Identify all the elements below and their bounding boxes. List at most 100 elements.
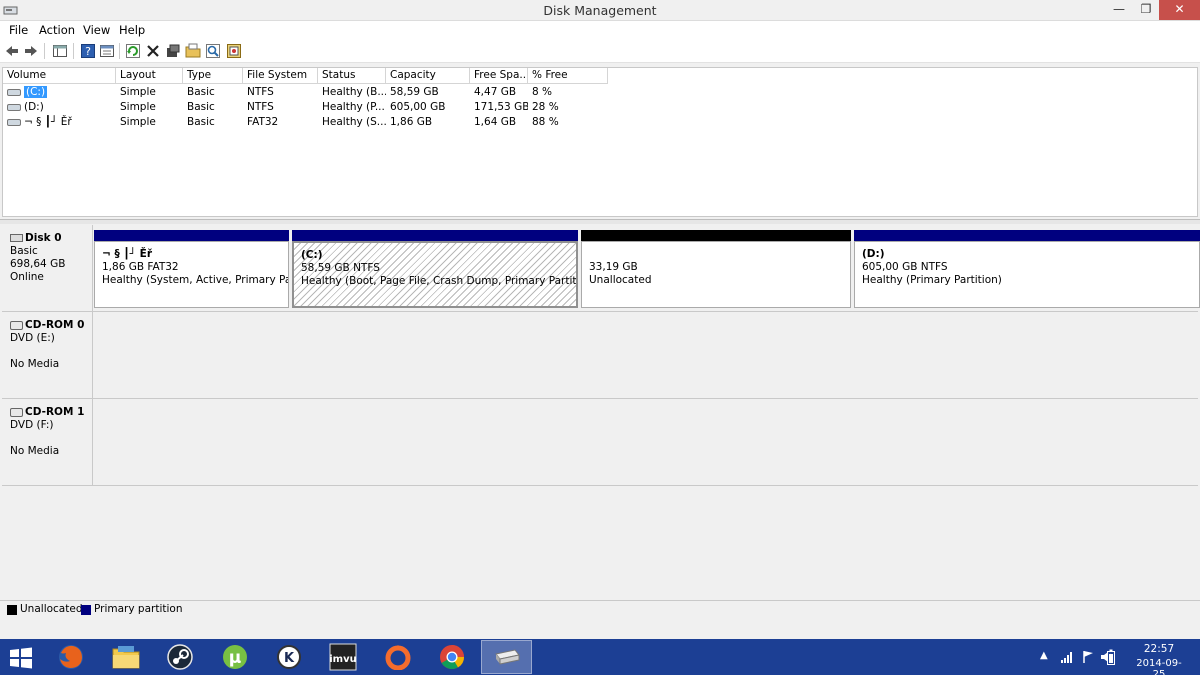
disk-row-cdrom-0[interactable]: CD-ROM 0 DVD (E:) No Media	[2, 312, 1198, 399]
clock-time[interactable]: 22:57	[1130, 643, 1188, 655]
column-header-file-system[interactable]: File System	[243, 68, 318, 84]
table-cell: 88 %	[532, 116, 559, 128]
rescan-icon[interactable]	[226, 43, 242, 59]
partition-status: Unallocated	[589, 274, 652, 286]
help-icon[interactable]: ?	[80, 43, 96, 59]
table-cell: NTFS	[247, 86, 274, 98]
disk-type: DVD (E:)	[10, 332, 55, 344]
partition-body[interactable]: ¬ § ┃┘ Ěř 1,86 GB FAT32 Healthy (System, A…	[94, 241, 289, 308]
back-icon[interactable]	[4, 43, 20, 59]
disk-size	[10, 345, 92, 358]
disk-row-disk-0[interactable]: Disk 0 Basic 698,64 GB Online ¬ § ┃┘ Ěř 1…	[2, 225, 1200, 312]
partition-size: 58,59 GB NTFS	[301, 262, 380, 274]
disk-management-icon	[495, 649, 520, 665]
close-button[interactable]: ✕	[1159, 0, 1200, 20]
flag-icon[interactable]	[1081, 650, 1095, 664]
taskbar-imvu[interactable]: imvu	[318, 640, 369, 674]
partition-status: Healthy (Boot, Page File, Crash Dump, Pr…	[301, 275, 578, 287]
settings-icon[interactable]	[165, 43, 181, 59]
taskbar-kmplayer[interactable]: K	[264, 640, 315, 674]
column-header-type[interactable]: Type	[183, 68, 243, 84]
menu-help[interactable]: Help	[119, 23, 145, 37]
partition-3[interactable]: (D:) 605,00 GB NTFS Healthy (Primary Parti…	[854, 230, 1200, 308]
window-title: Disk Management	[543, 3, 657, 18]
svg-text:µ: µ	[229, 648, 242, 668]
origin-icon	[385, 645, 411, 670]
cdrom-1-area[interactable]	[93, 399, 1198, 486]
partition-status: Healthy (System, Active, Primary Partiti…	[102, 274, 288, 286]
console-tree-icon[interactable]	[52, 43, 68, 59]
cd-rom-icon	[10, 407, 23, 417]
cdrom-0-area[interactable]	[93, 312, 1198, 399]
taskbar-chrome[interactable]	[427, 640, 478, 674]
pane-splitter[interactable]	[0, 219, 1200, 224]
taskbar-disk-management[interactable]	[481, 640, 532, 674]
utorrent-icon: µ	[223, 645, 247, 669]
volume-name[interactable]: ¬ § ┃┘ Ěř	[24, 116, 72, 128]
partition-1[interactable]: (C:) 58,59 GB NTFS Healthy (Boot, Page Fil…	[292, 230, 578, 308]
battery-icon[interactable]	[1106, 649, 1116, 665]
partition-size: 33,19 GB	[589, 261, 638, 273]
properties-icon[interactable]	[99, 43, 115, 59]
taskbar-steam[interactable]	[155, 640, 206, 674]
column-header-capacity[interactable]: Capacity	[386, 68, 470, 84]
partition-0[interactable]: ¬ § ┃┘ Ěř 1,86 GB FAT32 Healthy (System, A…	[94, 230, 289, 308]
network-icon[interactable]	[1060, 651, 1074, 663]
partition-name: (D:)	[862, 248, 885, 260]
volume-list[interactable]: Volume Layout Type File System Status Ca…	[2, 67, 1198, 217]
column-header-layout[interactable]: Layout	[116, 68, 183, 84]
column-header-status[interactable]: Status	[318, 68, 386, 84]
table-cell: 1,86 GB	[390, 116, 433, 128]
disk-row-cdrom-1[interactable]: CD-ROM 1 DVD (F:) No Media	[2, 399, 1198, 486]
table-row-volume[interactable]: (D:)	[3, 100, 116, 115]
search-icon[interactable]	[205, 43, 221, 59]
disk-info-disk-0[interactable]: Disk 0 Basic 698,64 GB Online	[2, 225, 93, 312]
table-cell: Healthy (S...	[322, 116, 386, 128]
partition-body[interactable]: 33,19 GB Unallocated	[581, 241, 851, 308]
volume-icon	[7, 103, 21, 111]
kmplayer-icon: K	[277, 645, 301, 669]
table-row-volume[interactable]: ¬ § ┃┘ Ěř	[3, 115, 116, 130]
table-cell: 171,53 GB	[474, 101, 528, 113]
menu-view[interactable]: View	[83, 23, 110, 37]
partition-color-bar	[94, 230, 289, 241]
column-header-free-space[interactable]: Free Spa...	[470, 68, 528, 84]
taskbar-file-explorer[interactable]	[100, 640, 151, 674]
hard-disk-icon	[10, 234, 23, 242]
file-explorer-icon	[112, 646, 140, 669]
disk-info-cdrom-1[interactable]: CD-ROM 1 DVD (F:) No Media	[2, 399, 93, 486]
partition-color-bar	[581, 230, 851, 241]
partition-body[interactable]: (D:) 605,00 GB NTFS Healthy (Primary Parti…	[854, 241, 1200, 308]
chrome-icon	[440, 645, 464, 670]
taskbar-utorrent[interactable]: µ	[210, 640, 261, 674]
start-windows-icon[interactable]	[9, 647, 33, 669]
partition-body[interactable]: (C:) 58,59 GB NTFS Healthy (Boot, Page Fil…	[292, 241, 578, 308]
clock-date[interactable]: 2014-09-25	[1130, 658, 1188, 675]
forward-icon[interactable]	[23, 43, 39, 59]
maximize-button[interactable]: ❐	[1133, 0, 1159, 20]
table-cell: Basic	[187, 101, 215, 113]
disk-info-cdrom-0[interactable]: CD-ROM 0 DVD (E:) No Media	[2, 312, 93, 399]
table-row-volume[interactable]: (C:)	[3, 85, 116, 100]
minimize-button[interactable]: —	[1105, 0, 1133, 20]
open-icon[interactable]	[185, 43, 201, 59]
firefox-icon	[59, 645, 83, 669]
delete-icon[interactable]	[145, 43, 161, 59]
column-header-percent-free[interactable]: % Free	[528, 68, 608, 84]
table-cell: 1,64 GB	[474, 116, 517, 128]
disk-status: No Media	[10, 358, 60, 370]
table-cell: Healthy (P...	[322, 101, 385, 113]
column-header-volume[interactable]: Volume	[3, 68, 116, 84]
show-hidden-icons-icon[interactable]: ▲	[1040, 650, 1048, 661]
volume-name[interactable]: (D:)	[24, 101, 44, 113]
taskbar-firefox[interactable]	[45, 640, 96, 674]
refresh-icon[interactable]	[125, 43, 141, 59]
volume-icon	[7, 118, 21, 126]
volume-icon	[7, 88, 21, 96]
taskbar-origin[interactable]	[373, 640, 424, 674]
partition-2[interactable]: 33,19 GB Unallocated	[581, 230, 851, 308]
menu-file[interactable]: File	[9, 23, 28, 37]
volume-name[interactable]: (C:)	[24, 86, 48, 98]
table-cell: 8 %	[532, 86, 552, 98]
menu-action[interactable]: Action	[39, 23, 75, 37]
